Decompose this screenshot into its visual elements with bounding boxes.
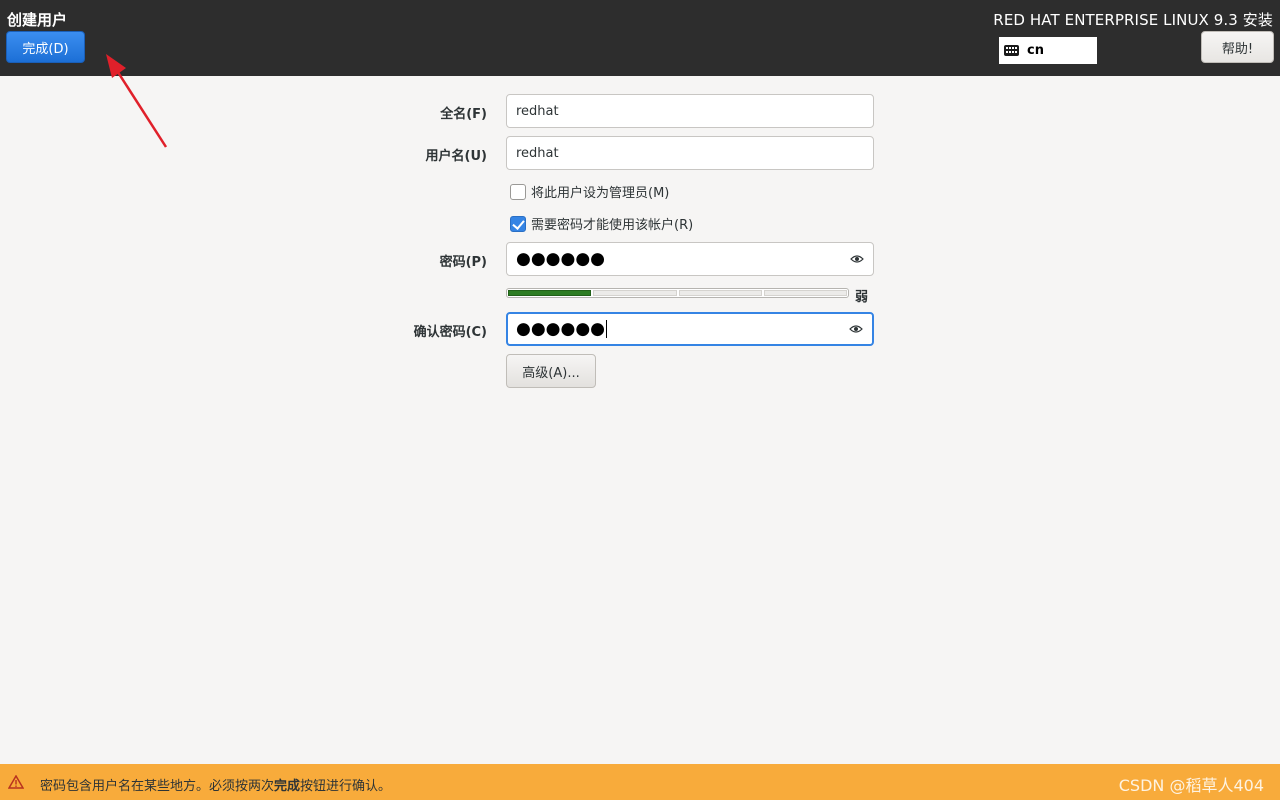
fullname-value: redhat xyxy=(516,103,559,119)
text-caret xyxy=(606,320,608,338)
password-strength-bar xyxy=(506,288,849,298)
warning-text-end: 按钮进行确认。 xyxy=(300,779,392,794)
require-password-label: 需要密码才能使用该帐户(R) xyxy=(531,218,694,233)
admin-checkbox[interactable] xyxy=(510,183,526,200)
warning-message[interactable]: 密码包含用户名在某些地方。必须按两次完成按钮进行确认。 xyxy=(40,775,391,794)
strength-segment xyxy=(593,290,677,296)
username-label: 用户名(U) xyxy=(425,149,487,164)
spoke-title: 创建用户 xyxy=(7,11,68,29)
strength-segment xyxy=(763,290,847,296)
require-password-checkbox[interactable] xyxy=(510,215,526,232)
keyboard-layout-label: cn xyxy=(1027,43,1044,58)
watermark: CSDN @稻草人404 xyxy=(1118,776,1264,795)
confirm-password-field[interactable]: ●●●●●● xyxy=(506,312,874,346)
fullname-field[interactable]: redhat xyxy=(506,94,874,128)
eye-icon[interactable] xyxy=(850,254,864,264)
fullname-label: 全名(F) xyxy=(440,107,487,122)
password-value: ●●●●●● xyxy=(516,249,606,269)
admin-checkbox-row[interactable]: 将此用户设为管理员(M) xyxy=(510,182,669,201)
header-bar: 创建用户 完成(D) RED HAT ENTERPRISE LINUX 9.3 … xyxy=(0,0,1280,76)
done-button[interactable]: 完成(D) xyxy=(6,31,85,63)
strength-segment xyxy=(678,290,762,296)
password-label: 密码(P) xyxy=(439,255,487,270)
keyboard-icon xyxy=(1004,45,1019,56)
keyboard-layout-indicator[interactable]: cn xyxy=(999,37,1097,64)
warning-text-bold: 完成 xyxy=(274,779,301,794)
warning-text-start: 密码包含用户名在某些地方。必须按两次 xyxy=(40,779,275,794)
product-title: RED HAT ENTERPRISE LINUX 9.3 安装 xyxy=(993,11,1273,29)
help-button[interactable]: 帮助! xyxy=(1201,31,1274,63)
password-strength-text: 弱 xyxy=(855,290,869,305)
confirm-password-label: 确认密码(C) xyxy=(413,325,487,340)
username-value: redhat xyxy=(516,145,559,161)
password-field[interactable]: ●●●●●● xyxy=(506,242,874,276)
strength-segment xyxy=(508,290,592,296)
eye-icon[interactable] xyxy=(849,324,863,334)
red-arrow-icon xyxy=(106,54,168,148)
warning-bar: 密码包含用户名在某些地方。必须按两次完成按钮进行确认。 CSDN @稻草人404 xyxy=(0,764,1280,800)
username-field[interactable]: redhat xyxy=(506,136,874,170)
confirm-password-value: ●●●●●● xyxy=(516,319,606,339)
warning-triangle-icon xyxy=(8,775,24,789)
require-password-checkbox-row[interactable]: 需要密码才能使用该帐户(R) xyxy=(510,214,693,233)
admin-checkbox-label: 将此用户设为管理员(M) xyxy=(531,186,670,201)
advanced-button[interactable]: 高级(A)... xyxy=(506,354,596,388)
